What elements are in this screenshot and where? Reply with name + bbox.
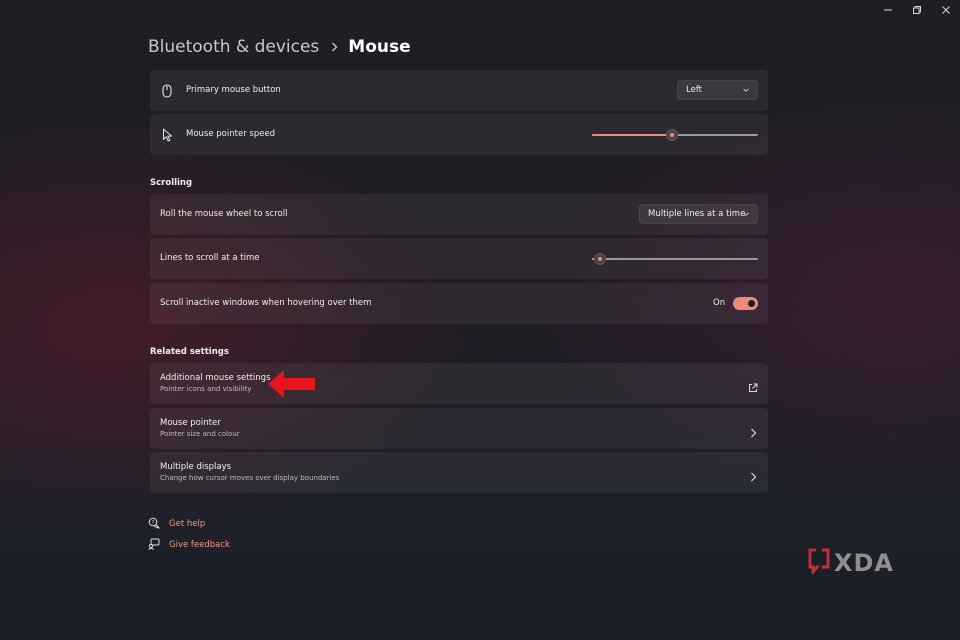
page-title: Mouse — [348, 37, 411, 57]
chevron-right-icon[interactable] — [750, 467, 757, 486]
get-help-link[interactable]: ? Get help — [148, 514, 205, 533]
give-feedback-text[interactable]: Give feedback — [169, 540, 230, 550]
minimize-icon — [883, 9, 892, 11]
chevron-right-icon[interactable] — [750, 423, 757, 442]
mouse-pointer-speed-slider[interactable] — [592, 129, 758, 141]
related-settings-title: Related settings — [150, 347, 229, 357]
slider-track — [592, 258, 758, 260]
get-help-text[interactable]: Get help — [169, 519, 205, 529]
restore-icon — [912, 6, 921, 14]
roll-wheel-card: Roll the mouse wheel to scroll Multiple … — [150, 194, 768, 235]
roll-wheel-dropdown[interactable]: Multiple lines at a time — [639, 204, 758, 224]
minimize-button[interactable] — [873, 0, 902, 20]
restore-button[interactable] — [902, 0, 931, 20]
help-chat-icon: ? — [148, 514, 160, 533]
svg-text:?: ? — [152, 520, 155, 526]
external-link-icon[interactable] — [748, 378, 758, 397]
window-controls — [873, 0, 960, 20]
related-item-title: Multiple displays — [160, 462, 232, 472]
lines-to-scroll-slider[interactable] — [592, 253, 758, 265]
lines-to-scroll-label: Lines to scroll at a time — [160, 253, 260, 263]
mouse-pointer-speed-card: Mouse pointer speed — [150, 114, 768, 155]
give-feedback-link[interactable]: Give feedback — [148, 535, 230, 554]
roll-wheel-label: Roll the mouse wheel to scroll — [160, 209, 288, 219]
annotation-arrow — [268, 369, 316, 403]
mouse-pointer-speed-label: Mouse pointer speed — [186, 129, 276, 139]
related-item-additional-mouse-settings[interactable]: Additional mouse settings Pointer icons … — [150, 363, 768, 404]
breadcrumb-parent[interactable]: Bluetooth & devices — [148, 37, 319, 57]
close-icon — [941, 6, 950, 14]
related-item-subtitle: Pointer size and colour — [160, 430, 240, 438]
slider-thumb[interactable] — [665, 129, 678, 141]
mouse-icon — [162, 83, 172, 102]
related-item-multiple-displays[interactable]: Multiple displays Change how cursor move… — [150, 452, 768, 493]
lines-to-scroll-card: Lines to scroll at a time — [150, 238, 768, 279]
feedback-icon — [148, 535, 160, 554]
xda-bracket-icon — [808, 548, 830, 578]
xda-logo-text: XDA — [834, 549, 894, 577]
primary-mouse-button-label: Primary mouse button — [186, 85, 281, 95]
related-item-subtitle: Pointer icons and visibility — [160, 385, 252, 393]
chevron-down-icon — [742, 86, 750, 97]
toggle-knob — [748, 300, 755, 307]
scroll-inactive-toggle[interactable] — [733, 297, 758, 310]
cursor-icon — [162, 127, 173, 146]
slider-fill — [592, 134, 672, 136]
primary-mouse-button-card: Primary mouse button Left — [150, 70, 768, 111]
scrolling-section-title: Scrolling — [150, 178, 193, 188]
slider-thumb[interactable] — [594, 253, 607, 265]
scroll-inactive-card: Scroll inactive windows when hovering ov… — [150, 283, 768, 324]
breadcrumb: Bluetooth & devices Mouse — [148, 34, 411, 60]
related-item-subtitle: Change how cursor moves over display bou… — [160, 474, 340, 482]
dropdown-value: Multiple lines at a time — [648, 209, 746, 219]
related-item-mouse-pointer[interactable]: Mouse pointer Pointer size and colour — [150, 408, 768, 449]
related-item-title: Additional mouse settings — [160, 373, 271, 383]
chevron-right-icon — [331, 42, 338, 52]
chevron-down-icon — [742, 210, 750, 221]
related-item-title: Mouse pointer — [160, 418, 221, 428]
dropdown-value: Left — [686, 85, 702, 95]
toggle-state-label: On — [713, 298, 726, 308]
xda-logo: XDA — [808, 548, 894, 578]
primary-mouse-button-dropdown[interactable]: Left — [677, 80, 758, 100]
scroll-inactive-label: Scroll inactive windows when hovering ov… — [160, 298, 372, 308]
close-button[interactable] — [931, 0, 960, 20]
